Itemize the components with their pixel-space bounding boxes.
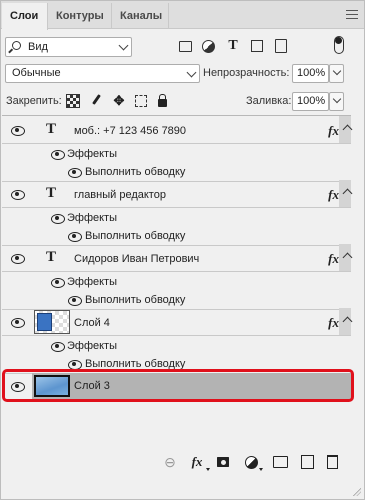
new-layer-icon[interactable] <box>299 455 315 469</box>
layer-row[interactable]: T Сидоров Иван Петрович fx <box>2 244 353 272</box>
fx-icon[interactable]: fx <box>328 187 339 203</box>
effects-label: Эффекты <box>67 148 118 160</box>
lock-all-icon[interactable] <box>156 94 170 108</box>
stroke-effect-label: Выполнить обводку <box>85 294 186 306</box>
pixel-layer-filter-icon[interactable] <box>177 38 193 54</box>
chevron-down-icon <box>332 66 342 76</box>
selection-highlight-frame <box>2 369 354 402</box>
thumbnail-image <box>37 313 52 331</box>
opacity-input[interactable]: 100% <box>292 64 329 83</box>
search-icon <box>12 41 21 50</box>
resize-grip[interactable] <box>353 488 361 496</box>
layer-row[interactable]: T главный редактор fx <box>2 180 353 208</box>
blend-mode-select[interactable]: Обычные <box>5 64 200 83</box>
visibility-eye-icon[interactable] <box>50 340 65 352</box>
visibility-eye-icon[interactable] <box>10 252 25 264</box>
fx-icon[interactable]: fx <box>328 123 339 139</box>
lock-artboard-icon[interactable] <box>135 95 147 107</box>
filter-kind-label: Вид <box>28 41 48 53</box>
layer-name[interactable]: Сидоров Иван Петрович <box>74 253 199 265</box>
visibility-eye-icon[interactable] <box>50 212 65 224</box>
dropdown-triangle <box>259 468 263 471</box>
new-adjustment-layer-icon[interactable] <box>243 455 259 469</box>
opacity-label: Непрозрачность: <box>203 67 290 79</box>
visibility-eye-icon[interactable] <box>10 316 25 328</box>
dropdown-triangle <box>206 468 210 471</box>
stroke-effect-row[interactable]: Выполнить обводку <box>2 226 351 246</box>
fx-icon[interactable]: fx <box>328 251 339 267</box>
stroke-effect-row[interactable]: Выполнить обводку <box>2 162 351 182</box>
layers-panel: Слои Контуры Каналы Вид T Обычные Непроз… <box>0 0 365 500</box>
fill-dropdown-button[interactable] <box>329 92 344 111</box>
layer-name[interactable]: главный редактор <box>74 189 166 201</box>
effects-label: Эффекты <box>67 276 118 288</box>
stroke-effect-label: Выполнить обводку <box>85 230 186 242</box>
lock-label: Закрепить: <box>6 95 62 107</box>
chevron-down-icon <box>118 40 129 51</box>
lock-position-icon[interactable]: ✥ <box>112 94 126 108</box>
fx-icon[interactable]: fx <box>328 315 339 331</box>
visibility-eye-icon[interactable] <box>67 166 82 178</box>
tab-layers[interactable]: Слои <box>2 3 48 30</box>
effects-row[interactable]: Эффекты <box>2 272 351 292</box>
text-layer-icon: T <box>46 121 57 137</box>
delete-layer-icon[interactable] <box>324 455 340 469</box>
add-mask-icon[interactable] <box>215 455 231 469</box>
text-layer-icon: T <box>46 249 57 265</box>
chevron-down-icon <box>186 67 197 78</box>
lock-image-pixels-icon[interactable] <box>90 94 104 108</box>
stroke-effect-row[interactable]: Выполнить обводку <box>2 290 351 310</box>
layer-thumbnail <box>34 310 70 334</box>
tab-channels[interactable]: Каналы <box>112 3 169 29</box>
visibility-eye-icon[interactable] <box>67 294 82 306</box>
type-filter-icon[interactable]: T <box>225 38 241 54</box>
layer-name[interactable]: моб.: +7 123 456 7890 <box>74 125 186 137</box>
visibility-eye-icon[interactable] <box>10 124 25 136</box>
shape-filter-icon[interactable] <box>249 38 265 54</box>
panel-menu-icon[interactable] <box>346 10 358 19</box>
visibility-eye-icon[interactable] <box>50 276 65 288</box>
layer-filter-select[interactable]: Вид <box>5 37 132 57</box>
chevron-down-icon <box>332 94 342 104</box>
tab-paths[interactable]: Контуры <box>48 3 112 29</box>
tab-bar: Слои Контуры Каналы <box>1 1 364 30</box>
blend-mode-value: Обычные <box>12 67 61 79</box>
effects-label: Эффекты <box>67 212 118 224</box>
layer-row[interactable]: Слой 4 fx <box>2 308 353 336</box>
effects-label: Эффекты <box>67 340 118 352</box>
visibility-eye-icon[interactable] <box>10 188 25 200</box>
lock-transparent-pixels-icon[interactable] <box>66 94 80 108</box>
text-layer-icon: T <box>46 185 57 201</box>
layer-row[interactable]: T моб.: +7 123 456 7890 fx <box>2 116 353 144</box>
visibility-eye-icon[interactable] <box>67 230 82 242</box>
add-layer-style-icon[interactable]: fx <box>189 454 205 469</box>
link-layers-icon[interactable]: ⊖ <box>162 454 178 470</box>
effects-row[interactable]: Эффекты <box>2 208 351 228</box>
stroke-effect-label: Выполнить обводку <box>85 166 186 178</box>
visibility-eye-icon[interactable] <box>50 148 65 160</box>
effects-row[interactable]: Эффекты <box>2 336 351 356</box>
filter-toggle-switch[interactable] <box>334 36 344 54</box>
fill-label: Заливка: <box>246 95 292 107</box>
smart-object-filter-icon[interactable] <box>273 38 289 54</box>
layer-name[interactable]: Слой 4 <box>74 317 110 329</box>
new-group-icon[interactable] <box>272 455 288 469</box>
effects-row[interactable]: Эффекты <box>2 144 351 164</box>
opacity-dropdown-button[interactable] <box>329 64 344 83</box>
adjustment-filter-icon[interactable] <box>200 38 216 54</box>
fill-input[interactable]: 100% <box>292 92 329 111</box>
